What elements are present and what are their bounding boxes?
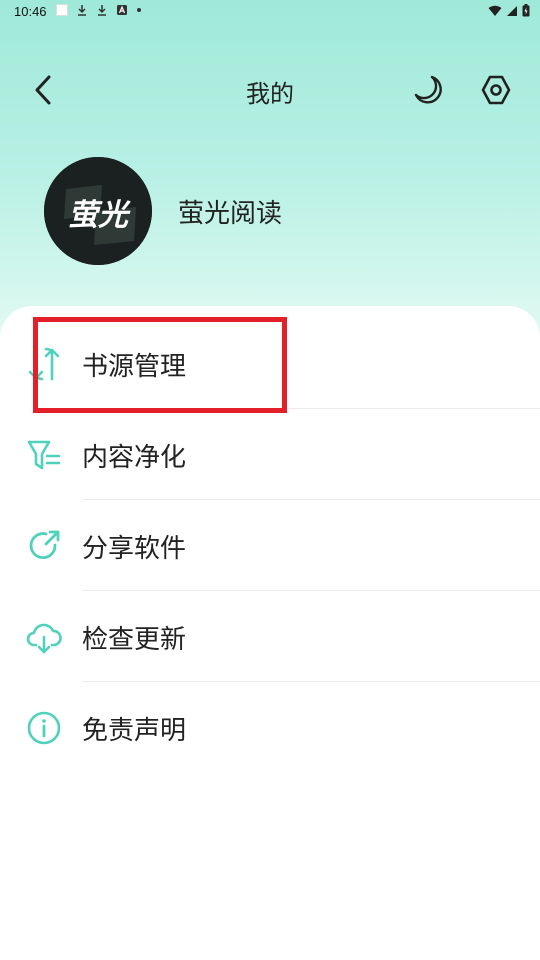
profile-name: 萤光阅读 (178, 198, 283, 229)
download-icon (98, 5, 106, 16)
divider (82, 590, 540, 591)
status-notification-icons (56, 4, 142, 16)
menu-item-book-source[interactable]: 书源管理 (0, 319, 540, 409)
menu-item-label: 检查更新 (82, 624, 187, 655)
battery-icon (522, 4, 530, 17)
divider (82, 499, 540, 500)
status-time: 10:46 (14, 4, 47, 19)
night-mode-button[interactable] (408, 70, 448, 110)
wifi-icon (488, 5, 502, 16)
gear-icon (481, 75, 511, 105)
cloud-download-icon (24, 617, 64, 657)
menu-item-share[interactable]: 分享软件 (0, 501, 540, 591)
divider (82, 408, 540, 409)
app-logo: 萤光 (44, 157, 152, 265)
menu-item-label: 免责声明 (82, 715, 187, 746)
top-bar: 我的 (0, 60, 540, 120)
menu-item-content-filter[interactable]: 内容净化 (0, 410, 540, 500)
notification-square-icon (56, 4, 68, 16)
swap-vertical-icon (24, 344, 64, 384)
status-system-icons (488, 4, 530, 17)
settings-button[interactable] (476, 70, 516, 110)
menu-item-disclaimer[interactable]: 免责声明 (0, 683, 540, 773)
divider (82, 681, 540, 682)
menu-item-check-update[interactable]: 检查更新 (0, 592, 540, 682)
profile-section[interactable]: 萤光 萤光阅读 (44, 157, 282, 265)
share-icon (24, 526, 64, 566)
menu-item-label: 分享软件 (82, 533, 187, 564)
signal-icon (507, 5, 517, 16)
info-icon (24, 708, 64, 748)
filter-icon (24, 435, 64, 475)
dot-icon (137, 8, 141, 12)
avatar-logo-text: 萤光 (68, 198, 131, 233)
moon-icon (414, 75, 442, 104)
page-title: 我的 (246, 80, 294, 108)
menu-item-label: 内容净化 (82, 442, 187, 473)
status-bar: 10:46 (0, 0, 540, 24)
menu-item-label: 书源管理 (82, 351, 187, 382)
download-icon (78, 5, 86, 16)
avatar[interactable]: 萤光 (44, 157, 152, 265)
app-a-icon (117, 5, 127, 15)
